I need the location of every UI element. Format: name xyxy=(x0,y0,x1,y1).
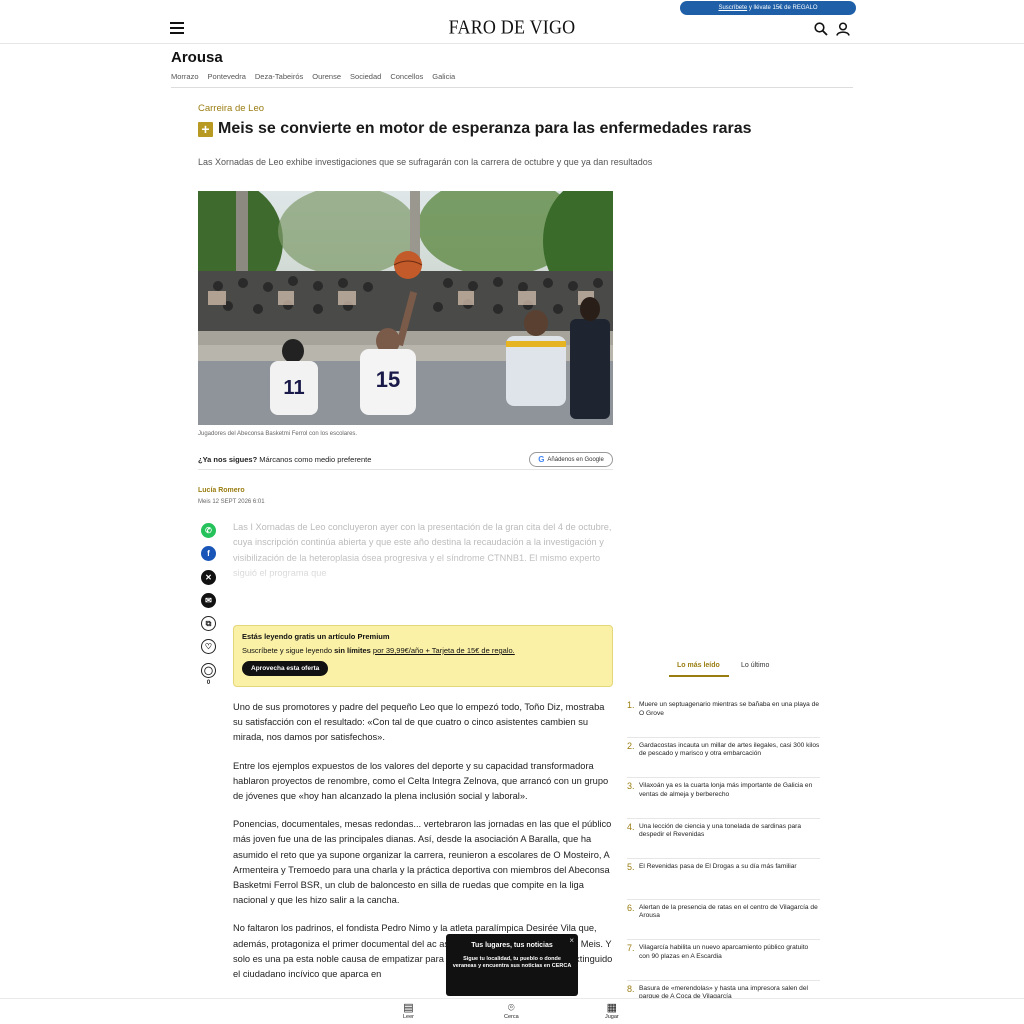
author-name[interactable]: Lucía Romero xyxy=(198,487,245,494)
nav-jugar-label: Jugar xyxy=(605,1014,619,1020)
most-read-item[interactable]: 7. Vilagarcía habilita un nuevo aparcamie… xyxy=(627,940,820,981)
copy-link-icon[interactable]: ⧉ xyxy=(201,616,216,632)
headline-text: Meis se convierte en motor de esperanza … xyxy=(218,120,752,137)
document-icon: ▤ xyxy=(403,1002,414,1014)
follow-text: ¿Ya nos sigues? Márcanos como medio pref… xyxy=(198,455,371,464)
games-icon: ▦ xyxy=(606,1002,618,1014)
premium-title: Estás leyendo gratis un artículo Premium xyxy=(242,632,390,641)
subnav-item-morrazo[interactable]: Morrazo xyxy=(171,72,199,81)
item-title[interactable]: Vilaxoán ya es la cuarta lonja más impor… xyxy=(639,781,820,818)
item-rank: 6. xyxy=(627,902,635,913)
comment-count: 0 xyxy=(206,680,211,687)
bottom-navigation: ▤ Leer ⌾ Cerca ▦ Jugar xyxy=(0,998,1024,1024)
most-read-item[interactable]: 4. Una lección de ciencia y una tonelada … xyxy=(627,819,820,859)
most-read-item[interactable]: 1. Muere un septuagenario mientras se bañ… xyxy=(627,697,820,738)
active-tab-indicator xyxy=(669,675,729,677)
body-paragraph: Ponencias, documentales, mesas redondas.… xyxy=(233,819,612,906)
favorite-heart-icon[interactable]: ♡ xyxy=(201,639,216,655)
section-title[interactable]: Arousa xyxy=(171,49,223,66)
premium-paywall-box: Estás leyendo gratis un artículo Premium… xyxy=(233,625,613,687)
follow-prompt: Márcanos como medio preferente xyxy=(257,455,372,464)
article-standfirst: Las Xornadas de Leo exhibe investigacion… xyxy=(198,157,653,167)
nav-leer-label: Leer xyxy=(403,1014,415,1020)
svg-text:15: 15 xyxy=(376,367,400,392)
search-icon[interactable] xyxy=(814,22,828,36)
most-read-item[interactable]: 3. Vilaxoán ya es la cuarta lonja más imp… xyxy=(627,778,820,819)
item-rank: 1. xyxy=(627,700,635,710)
site-logo[interactable]: FARO DE VIGO xyxy=(0,16,1024,38)
local-news-popup[interactable]: × Tus lugares, tus noticias Sigue tu loc… xyxy=(446,934,578,996)
photo-caption: Jugadores del Abeconsa Basketmi Ferrol c… xyxy=(198,431,358,437)
item-title[interactable]: Gardacostas incauta un millar de artes i… xyxy=(639,741,820,778)
most-read-item[interactable]: 6. Alertan de la presencia de ratas en el… xyxy=(627,900,820,940)
follow-question: ¿Ya nos sigues? xyxy=(198,455,258,464)
svg-text:11: 11 xyxy=(283,377,304,399)
most-read-item[interactable]: 2. Gardacostas incauta un millar de artes… xyxy=(627,738,820,778)
article-photo[interactable]: 11 15 xyxy=(198,191,613,425)
user-account-icon[interactable] xyxy=(836,22,850,36)
premium-offer-button[interactable]: Aprovecha esta oferta xyxy=(242,661,329,676)
tab-most-read[interactable]: Lo más leído xyxy=(677,662,720,669)
body-paragraph: Uno de sus promotores y padre del pequeñ… xyxy=(233,702,605,743)
item-rank: 5. xyxy=(627,862,635,872)
body-paragraph: Entre los ejemplos expuestos de los valo… xyxy=(233,760,609,802)
subscribe-promo-button[interactable]: Suscríbete y llévate 15€ de REGALO xyxy=(680,1,856,15)
premium-plus-icon: + xyxy=(198,121,213,137)
subnav-item-sociedad[interactable]: Sociedad xyxy=(350,72,381,81)
close-icon[interactable]: × xyxy=(569,936,574,945)
promo-text: y llévate 15€ de REGALO xyxy=(747,5,818,11)
popup-title: Tus lugares, tus noticias xyxy=(471,942,553,949)
google-icon: G xyxy=(538,455,545,464)
item-rank: 3. xyxy=(627,781,635,791)
x-share-icon[interactable]: ✕ xyxy=(201,569,216,585)
premium-offer-bold: sin límites xyxy=(334,646,371,655)
nav-cerca-label: Cerca xyxy=(504,1014,519,1020)
item-title[interactable]: Una lección de ciencia y una tonelada de… xyxy=(639,822,820,859)
subnav-item-galicia[interactable]: Galicia xyxy=(432,72,455,81)
email-share-icon[interactable]: ✉ xyxy=(201,592,216,608)
section-divider xyxy=(171,87,853,88)
site-header: FARO DE VIGO Suscríbete y llévate 15€ de… xyxy=(0,0,1024,44)
item-rank: 4. xyxy=(627,821,635,832)
article-kicker[interactable]: Carreira de Leo xyxy=(198,103,264,114)
popup-body: Sigue tu localidad, tu pueblo o donde ve… xyxy=(452,956,572,969)
comments-icon[interactable]: ◯ xyxy=(201,662,216,678)
share-toolbar: ✆ f ✕ ✉ ⧉ ♡ ◯ 0 xyxy=(201,523,217,686)
nav-leer[interactable]: ▤ Leer xyxy=(403,1002,414,1020)
subnav-item-deza-tabeiros[interactable]: Deza-Tabeirós xyxy=(255,72,303,81)
follow-bar: ¿Ya nos sigues? Márcanos como medio pref… xyxy=(198,452,613,470)
promo-link[interactable]: Suscríbete xyxy=(718,5,747,11)
item-rank: 2. xyxy=(627,740,635,751)
subnav-item-pontevedra[interactable]: Pontevedra xyxy=(208,72,246,81)
section-subnav: Morrazo Pontevedra Deza-Tabeirós Ourense… xyxy=(171,72,455,81)
most-read-list: 1. Muere un septuagenario mientras se bañ… xyxy=(627,697,820,1021)
subnav-item-ourense[interactable]: Ourense xyxy=(312,72,341,81)
premium-offer-start: Suscríbete y sigue leyendo xyxy=(242,646,335,655)
item-title[interactable]: Vilagarcía habilita un nuevo aparcamient… xyxy=(639,943,820,980)
tab-latest[interactable]: Lo último xyxy=(741,662,769,669)
article-date: Meis 12 SEPT 2026 6:01 xyxy=(198,499,265,505)
premium-offer-line: Suscríbete y sigue leyendo sin límites p… xyxy=(242,646,604,655)
add-google-button[interactable]: G Añádenos en Google xyxy=(529,452,613,467)
most-read-item[interactable]: 5. El Revenidas pasa de El Drogas a su dí… xyxy=(627,859,820,900)
item-title[interactable]: Alertan de la presencia de ratas en el c… xyxy=(639,903,820,940)
nav-jugar[interactable]: ▦ Jugar xyxy=(605,1002,619,1020)
google-button-label: Añádenos en Google xyxy=(547,456,604,463)
nav-cerca[interactable]: ⌾ Cerca xyxy=(504,1002,519,1020)
whatsapp-share-icon[interactable]: ✆ xyxy=(201,523,216,538)
article-headline: + Meis se convierte en motor de esperanz… xyxy=(198,120,798,138)
item-title[interactable]: El Revenidas pasa de El Drogas a su día … xyxy=(639,862,797,899)
facebook-share-icon[interactable]: f xyxy=(201,546,216,562)
subnav-item-concellos[interactable]: Concellos xyxy=(390,72,423,81)
item-title[interactable]: Muere un septuagenario mientras se bañab… xyxy=(639,700,820,737)
premium-offer-link[interactable]: por 39,99€/año + Tarjeta de 15€ de regal… xyxy=(373,646,515,655)
location-pin-icon: ⌾ xyxy=(508,1002,515,1014)
item-rank: 7. xyxy=(627,943,635,953)
sidebar-tabs: Lo más leído Lo último xyxy=(669,660,849,677)
teaser-fade-overlay xyxy=(225,555,625,595)
